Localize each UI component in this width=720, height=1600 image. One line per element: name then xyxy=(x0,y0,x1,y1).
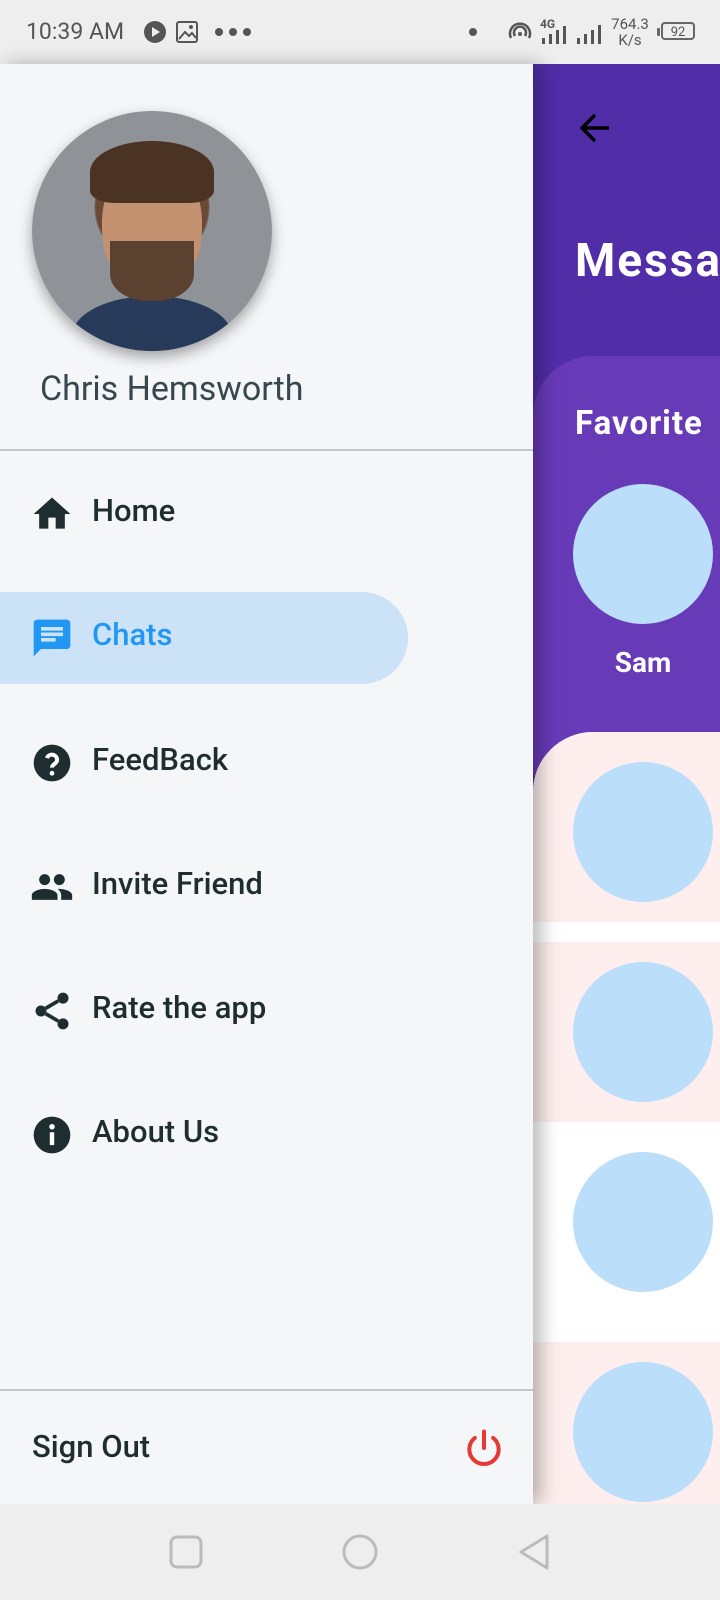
menu-item-chats[interactable]: Chats xyxy=(0,592,533,684)
power-icon xyxy=(467,1429,501,1466)
status-bar: 10:39 AM 4G 764.3 K/s 92 xyxy=(0,0,720,64)
avatar-hair xyxy=(90,141,214,203)
battery-level: 92 xyxy=(670,25,686,40)
menu-item-label: Home xyxy=(92,492,176,529)
chat-icon xyxy=(33,619,71,657)
home-circle-icon[interactable] xyxy=(340,1532,380,1572)
chat-list-item[interactable] xyxy=(533,942,720,1122)
info-icon xyxy=(33,1116,71,1154)
play-circle-icon xyxy=(144,21,166,43)
system-navigation-bar xyxy=(0,1504,720,1600)
chat-list xyxy=(533,732,720,1504)
menu-item-label: Rate the app xyxy=(92,989,267,1026)
page-title: Messa xyxy=(575,234,720,288)
menu-item-label: Chats xyxy=(92,616,173,653)
chat-avatar xyxy=(573,1152,713,1292)
profile-avatar[interactable] xyxy=(32,111,272,351)
network-speed-value: 764.3 xyxy=(611,15,649,33)
menu-item-label: About Us xyxy=(92,1113,220,1150)
drawer-divider xyxy=(0,449,533,451)
chat-list-item[interactable] xyxy=(533,1122,720,1342)
menu-item-feedback[interactable]: FeedBack xyxy=(0,717,533,809)
avatar-beard xyxy=(110,241,194,301)
back-arrow-icon[interactable] xyxy=(577,110,613,146)
share-icon xyxy=(35,992,69,1030)
image-icon xyxy=(176,21,198,43)
chat-avatar xyxy=(573,1362,713,1502)
sign-out-button[interactable]: Sign Out xyxy=(0,1390,533,1504)
help-icon xyxy=(33,744,71,782)
favorites-title: Favorite xyxy=(575,404,703,443)
chat-avatar xyxy=(573,762,713,902)
messages-screen: Messa Favorite Sam xyxy=(533,64,720,1504)
status-time: 10:39 AM xyxy=(26,18,125,45)
favorite-contact-name[interactable]: Sam xyxy=(573,646,713,679)
chat-list-item[interactable] xyxy=(533,732,720,922)
back-triangle-icon[interactable] xyxy=(515,1532,555,1572)
profile-name: Chris Hemsworth xyxy=(40,369,304,409)
menu-item-rate-app[interactable]: Rate the app xyxy=(0,965,533,1057)
favorite-contact-avatar[interactable] xyxy=(573,484,713,624)
sign-out-label: Sign Out xyxy=(32,1428,151,1465)
recents-icon[interactable] xyxy=(166,1532,206,1572)
menu-item-label: Invite Friend xyxy=(92,865,263,902)
home-icon xyxy=(33,497,71,529)
signal-icon xyxy=(577,25,601,44)
favorites-panel: Favorite Sam xyxy=(533,356,720,776)
menu-item-invite-friend[interactable]: Invite Friend xyxy=(0,841,533,933)
menu-item-about-us[interactable]: About Us xyxy=(0,1089,533,1181)
chat-list-item[interactable] xyxy=(533,1342,720,1504)
menu-item-home[interactable]: Home xyxy=(0,468,533,560)
network-speed: 764.3 K/s xyxy=(610,16,650,48)
signal-icon xyxy=(542,26,566,44)
chat-avatar xyxy=(573,962,713,1102)
navigation-drawer: Chris Hemsworth Home Chats FeedBack Invi… xyxy=(0,64,533,1504)
menu-item-label: FeedBack xyxy=(92,741,229,778)
hotspot-icon xyxy=(508,22,532,39)
avatar-shirt xyxy=(72,296,232,351)
more-dots-icon xyxy=(215,28,251,36)
dot-icon xyxy=(469,28,477,36)
people-icon xyxy=(31,874,73,900)
battery-icon: 92 xyxy=(657,22,695,40)
network-speed-unit: K/s xyxy=(618,31,642,49)
